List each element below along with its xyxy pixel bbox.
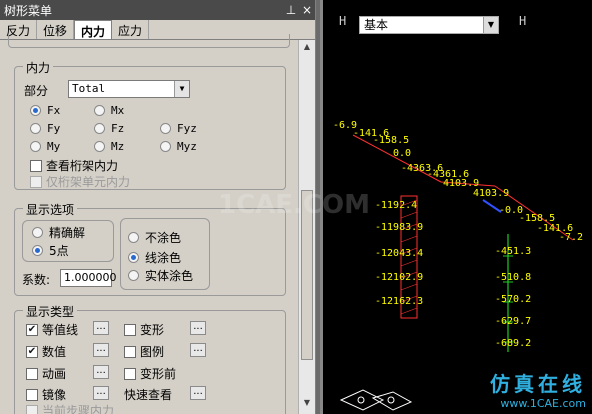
panel-content: 内力 部分 Total ▼ Fx Mx Fy Fz Fyz My Mz Myz … [0, 34, 298, 414]
value-label: -570.2 [495, 294, 532, 305]
brand-url: www.1CAE.com [500, 397, 586, 410]
mirror-options-button[interactable]: ... [93, 386, 109, 400]
contour-options-button[interactable]: ... [93, 321, 109, 335]
radio-button[interactable] [94, 105, 105, 116]
radio-no-color[interactable]: 不涂色 [128, 229, 181, 246]
checkbox[interactable] [124, 323, 136, 336]
radio-fy[interactable]: Fy [30, 122, 60, 135]
radio-fyz[interactable]: Fyz [160, 122, 197, 135]
checkbox[interactable] [26, 404, 38, 414]
check-values[interactable]: ✔ 数值 [26, 343, 66, 360]
radio-button[interactable] [30, 123, 41, 134]
checkbox[interactable] [26, 388, 38, 401]
radio-exact[interactable]: 精确解 [32, 224, 85, 241]
animation-options-button[interactable]: ... [93, 365, 109, 379]
value-label: -451.3 [495, 246, 532, 257]
radio-fz[interactable]: Fz [94, 122, 124, 135]
brand-watermark: 仿真在线 www.1CAE.com [490, 368, 586, 410]
base-outline [339, 389, 413, 411]
value-label: -629.7 [495, 316, 532, 327]
value-label: -12162.3 [375, 296, 424, 307]
value-label: -510.8 [495, 272, 532, 283]
radio-line-color[interactable]: 线涂色 [128, 249, 181, 266]
radio-solid-color[interactable]: 实体涂色 [128, 267, 193, 284]
value-label: -1192.4 [375, 200, 418, 211]
check-current-step[interactable]: 当前步骤内力 [26, 402, 114, 414]
part-select[interactable]: Total ▼ [68, 80, 190, 98]
internal-force-title: 内力 [23, 59, 54, 76]
radio-button[interactable] [128, 270, 139, 281]
model-viewport[interactable]: H 基本 ▼ H 1CAE.COM -6.9 -141.6 -158.5 0.0… [218, 0, 592, 414]
radio-button[interactable] [160, 141, 171, 152]
watermark-text: 1CAE.COM [218, 190, 370, 220]
brand-cn: 仿真在线 [490, 372, 586, 396]
quick-view-button[interactable]: ... [190, 386, 206, 400]
coef-label: 系数: [22, 273, 51, 287]
radio-button[interactable] [30, 105, 41, 116]
panel-title: 树形菜单 [4, 3, 53, 18]
panel-scrollbar[interactable]: ▲ ▼ [298, 40, 315, 414]
radio-mx[interactable]: Mx [94, 104, 124, 117]
check-deform[interactable]: 变形 [124, 321, 164, 338]
previous-group-edge [8, 34, 290, 48]
radio-button[interactable] [32, 245, 43, 256]
checkbox[interactable]: ✔ [26, 323, 38, 336]
radio-button[interactable] [128, 232, 139, 243]
checkbox[interactable] [30, 159, 42, 172]
quick-view-label: 快速查看 [124, 388, 173, 402]
checkbox[interactable] [124, 345, 136, 358]
check-animation[interactable]: 动画 [26, 365, 66, 382]
radio-button[interactable] [160, 123, 171, 134]
scroll-down-icon[interactable]: ▼ [301, 398, 313, 412]
radio-button[interactable] [30, 141, 41, 152]
radio-button[interactable] [94, 141, 105, 152]
value-label: -12102.9 [375, 272, 424, 283]
check-mirror[interactable]: 镜像 [26, 386, 66, 403]
check-legend[interactable]: 图例 [124, 343, 164, 360]
display-type-title: 显示类型 [23, 303, 78, 320]
check-truss-force[interactable]: 查看桁架内力 [30, 157, 118, 174]
value-label: -689.2 [495, 338, 532, 349]
check-truss-only[interactable]: 仅桁架单元内力 [30, 173, 130, 190]
radio-button[interactable] [128, 252, 139, 263]
radio-myz[interactable]: Myz [160, 140, 197, 153]
part-select-value: Total [72, 82, 106, 95]
part-label: 部分 [24, 84, 49, 98]
coef-input[interactable]: 1.000000 [60, 269, 117, 287]
check-undeformed[interactable]: 变形前 [124, 365, 176, 382]
deform-options-button[interactable]: ... [190, 321, 206, 335]
panel-titlebar: 树形菜单 ⊥ × [0, 0, 315, 20]
checkbox[interactable] [30, 175, 42, 188]
chevron-down-icon: ▼ [174, 81, 189, 97]
checkbox[interactable] [26, 367, 38, 380]
radio-button[interactable] [32, 227, 43, 238]
radio-my[interactable]: My [30, 140, 60, 153]
legend-options-button[interactable]: ... [190, 343, 206, 357]
pin-icon[interactable]: ⊥ [283, 3, 299, 17]
value-label: -7.2 [559, 232, 584, 243]
value-label: -11983.9 [375, 222, 424, 233]
value-label: -158.5 [373, 135, 410, 146]
value-label: 0.0 [393, 148, 412, 159]
close-icon[interactable]: × [299, 3, 315, 17]
radio-fx[interactable]: Fx [30, 104, 60, 117]
value-label: -12043.4 [375, 248, 424, 259]
checkbox[interactable] [124, 367, 136, 380]
radio-5pts[interactable]: 5点 [32, 242, 69, 259]
value-label: 4103.9 [473, 188, 510, 199]
scroll-up-icon[interactable]: ▲ [301, 42, 313, 56]
radio-mz[interactable]: Mz [94, 140, 124, 153]
radio-button[interactable] [94, 123, 105, 134]
display-options-title: 显示选项 [23, 201, 78, 218]
checkbox[interactable]: ✔ [26, 345, 38, 358]
values-options-button[interactable]: ... [93, 343, 109, 357]
check-contour[interactable]: ✔ 等值线 [26, 321, 78, 338]
